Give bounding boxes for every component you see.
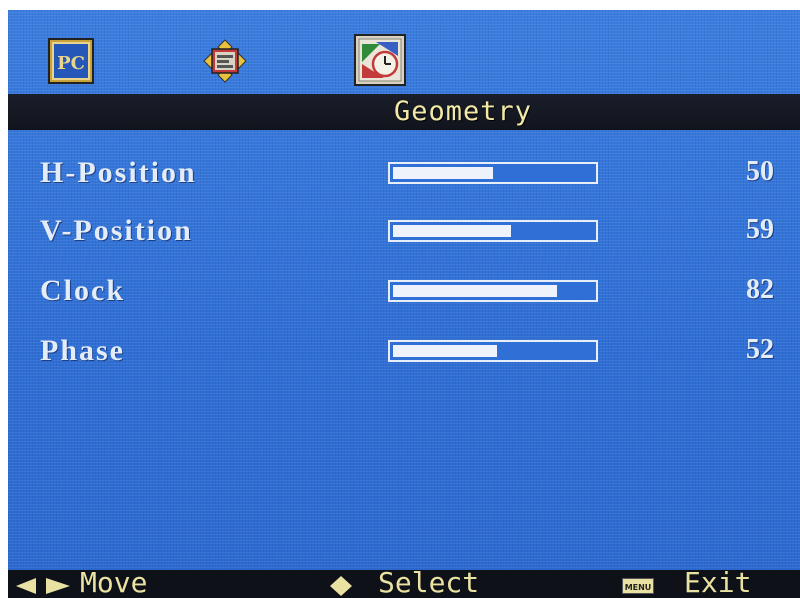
phase-slider[interactable]: [388, 340, 598, 362]
exit-hint: Exit: [684, 566, 752, 598]
setting-label: Phase: [40, 334, 125, 367]
tab-pc[interactable]: PC: [48, 38, 94, 84]
setting-row-clock[interactable]: Clock 82: [8, 274, 800, 314]
h-position-slider[interactable]: [388, 162, 598, 184]
tab-image[interactable]: [200, 38, 247, 84]
page-title: Geometry: [394, 96, 533, 127]
setting-value: 59: [746, 214, 774, 245]
setting-label: Clock: [40, 274, 125, 307]
select-hint: Select: [378, 566, 480, 598]
setting-row-h-position[interactable]: H-Position 50: [8, 156, 800, 196]
geometry-clock-icon: [354, 34, 406, 86]
screen: PC Geometry H-Position 50 V-Position 59 …: [0, 0, 800, 598]
title-band: Geometry: [8, 94, 800, 130]
image-settings-icon: [203, 39, 247, 83]
clock-slider[interactable]: [388, 280, 598, 302]
osd-menu: PC Geometry H-Position 50 V-Position 59 …: [8, 10, 800, 598]
pc-icon-label: PC: [57, 53, 85, 74]
menu-key-label: MENU: [625, 583, 652, 592]
left-right-arrows-icon: [16, 578, 70, 598]
tab-geometry[interactable]: [354, 34, 406, 86]
setting-label: V-Position: [40, 214, 193, 247]
slider-fill: [393, 345, 497, 357]
slider-fill: [393, 225, 511, 237]
footer-hint-bar: Move Select MENU Exit: [8, 566, 800, 598]
setting-value: 50: [746, 156, 774, 187]
slider-fill: [393, 167, 493, 179]
v-position-slider[interactable]: [388, 220, 598, 242]
setting-label: H-Position: [40, 156, 197, 189]
setting-value: 82: [746, 274, 774, 305]
slider-fill: [393, 285, 557, 297]
move-hint: Move: [80, 566, 148, 598]
menu-key-icon: MENU: [622, 578, 654, 598]
setting-value: 52: [746, 334, 774, 365]
pc-icon: PC: [48, 38, 94, 84]
setting-row-v-position[interactable]: V-Position 59: [8, 214, 800, 254]
setting-row-phase[interactable]: Phase 52: [8, 334, 800, 374]
diamond-icon: [330, 576, 352, 598]
